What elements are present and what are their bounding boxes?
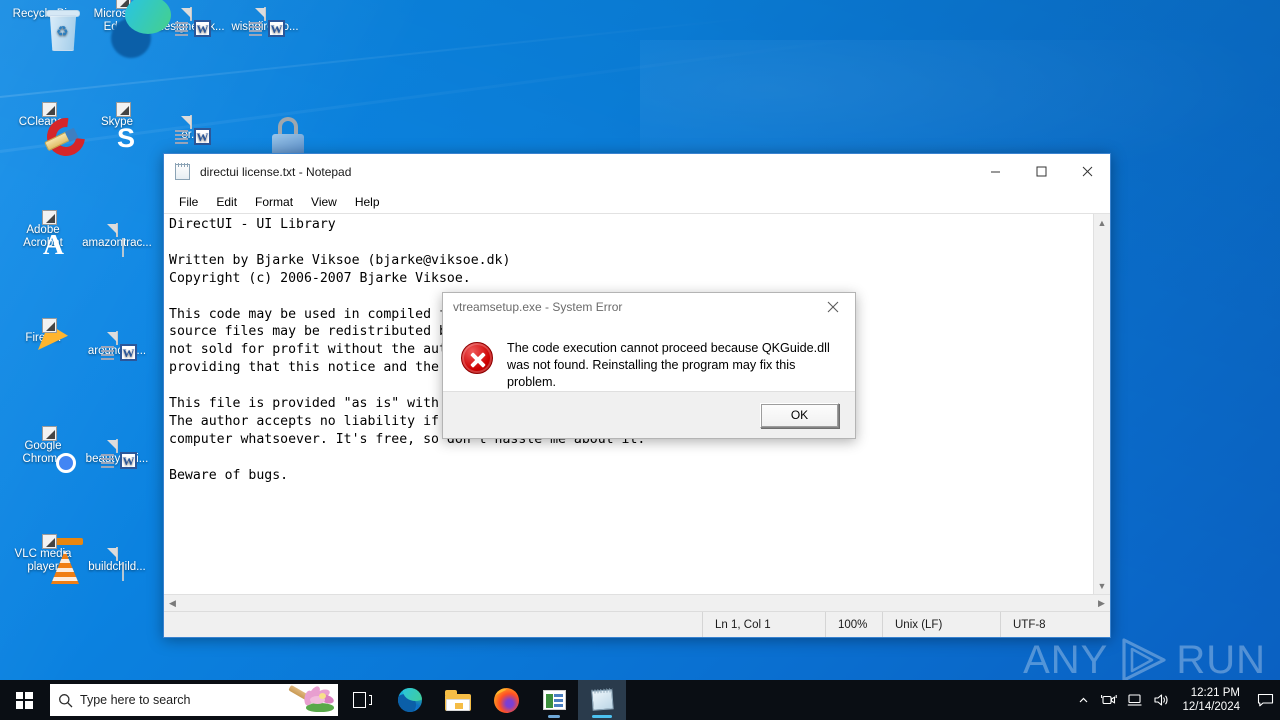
search-icon	[50, 693, 80, 708]
clock-time: 12:21 PM	[1190, 687, 1240, 699]
search-input[interactable]: Type here to search	[50, 684, 338, 716]
desktop-icon-label: wishdirecto...	[231, 21, 299, 33]
microsoft-edge-icon	[398, 688, 422, 712]
task-view-button[interactable]	[338, 680, 386, 720]
desktop-icon-amazontrac[interactable]: amazontrac...	[80, 223, 154, 257]
app-window-icon	[542, 690, 566, 710]
watermark-text-any: ANY	[1023, 637, 1109, 682]
shortcut-arrow-icon	[42, 210, 57, 225]
notepad-title-bar[interactable]: directui license.txt - Notepad	[164, 154, 1110, 190]
taskbar-notepad[interactable]	[578, 680, 626, 720]
desktop-icon-er[interactable]: Wer...	[154, 115, 228, 145]
lotus-flower-icon	[288, 684, 335, 713]
desktop-icon-recycle-bin[interactable]: ♻ Recycle Bin	[6, 8, 80, 51]
error-icon	[461, 342, 493, 374]
desktop-icon-label: buildchild...	[88, 561, 146, 573]
taskbar-file-explorer[interactable]	[434, 680, 482, 720]
desktop-icon-beautyvari[interactable]: Wbeautyvari...	[80, 439, 154, 469]
taskbar-firefox[interactable]	[482, 680, 530, 720]
word-document-icon: W	[101, 331, 137, 361]
status-encoding: UTF-8	[1000, 612, 1110, 637]
task-view-icon	[352, 692, 372, 708]
word-document-icon: W	[175, 7, 211, 37]
file-explorer-icon	[445, 689, 471, 711]
desktop-icon-adobe-acrobat[interactable]: A Adobe Acrobat	[6, 210, 80, 261]
firefox-icon	[493, 687, 519, 713]
status-zoom-level: 100%	[825, 612, 882, 637]
notepad-status-bar: Ln 1, Col 1 100% Unix (LF) UTF-8	[164, 611, 1110, 637]
error-dialog-close-button[interactable]	[811, 293, 855, 321]
error-message-text: The code execution cannot proceed becaus…	[507, 341, 830, 389]
menu-file[interactable]: File	[171, 192, 206, 212]
taskbar-edge[interactable]	[386, 680, 434, 720]
action-center-button[interactable]	[1250, 680, 1280, 720]
shortcut-arrow-icon	[116, 102, 131, 117]
shortcut-arrow-icon	[42, 534, 57, 549]
desktop-icon-label: er...	[181, 129, 201, 141]
error-dialog-footer: OK	[443, 391, 855, 438]
notepad-menu-bar: File Edit Format View Help	[164, 190, 1110, 214]
scroll-up-icon[interactable]: ▲	[1094, 214, 1110, 231]
picture-file-icon	[116, 547, 124, 581]
scroll-right-icon[interactable]: ▶	[1093, 598, 1110, 609]
word-document-icon: W	[101, 439, 137, 469]
picture-file-icon	[116, 223, 124, 257]
desktop-icon-google-chrome[interactable]: Google Chrome	[6, 426, 80, 466]
menu-help[interactable]: Help	[347, 192, 388, 212]
taskbar: Type here to search 12:21 PM 12/14/2024	[0, 680, 1280, 720]
scroll-left-icon[interactable]: ◀	[164, 598, 181, 609]
menu-format[interactable]: Format	[247, 192, 301, 212]
desktop-icon-vlc-media-player[interactable]: VLC media player	[6, 534, 83, 584]
notepad-vertical-scrollbar[interactable]: ▲ ▼	[1093, 214, 1110, 594]
desktop-icon-microsoft-edge[interactable]: Microsoft Edge	[80, 0, 154, 34]
lily-pad-icon	[306, 703, 334, 712]
shortcut-arrow-icon	[42, 318, 57, 333]
notepad-icon	[174, 162, 192, 181]
desktop-icon-aroundau[interactable]: Waroundau...	[80, 331, 154, 361]
notepad-icon	[590, 688, 614, 712]
status-cursor-position: Ln 1, Col 1	[702, 612, 825, 637]
menu-edit[interactable]: Edit	[208, 192, 245, 212]
desktop-icon-label: amazontrac...	[82, 237, 152, 249]
anyrun-play-logo-icon	[1114, 636, 1170, 684]
anyrun-watermark: ANY RUN	[1023, 636, 1266, 684]
ok-button[interactable]: OK	[760, 402, 839, 428]
volume-icon[interactable]	[1148, 680, 1174, 720]
watermark-text-run: RUN	[1176, 637, 1266, 682]
desktop-icon-ccleaner[interactable]: CCleaner	[6, 102, 93, 164]
desktop-icon-label: beautyvari...	[85, 453, 149, 465]
minimize-button[interactable]	[972, 154, 1018, 190]
menu-view[interactable]: View	[303, 192, 345, 212]
notepad-horizontal-scrollbar[interactable]: ◀ ▶	[164, 594, 1110, 611]
desktop-icon-label: aroundau...	[87, 345, 147, 357]
bing-daily-image	[256, 684, 338, 716]
desktop-icon-wishdirecto[interactable]: Wwishdirecto...	[228, 7, 302, 37]
error-dialog-content: The code execution cannot proceed becaus…	[443, 321, 855, 391]
system-tray: 12:21 PM 12/14/2024	[1070, 680, 1280, 720]
show-hidden-icons-chevron[interactable]	[1070, 680, 1096, 720]
system-error-dialog[interactable]: vtreamsetup.exe - System Error The code …	[442, 292, 856, 439]
desktop-icon-buildchild[interactable]: buildchild...	[80, 547, 154, 581]
notepad-title-text: directui license.txt - Notepad	[200, 164, 352, 179]
desktop-icon-firefox[interactable]: Firefox	[6, 318, 80, 345]
error-dialog-title-bar[interactable]: vtreamsetup.exe - System Error	[443, 293, 855, 321]
shortcut-arrow-icon	[42, 426, 57, 441]
start-button[interactable]	[0, 680, 48, 720]
status-line-ending: Unix (LF)	[882, 612, 1000, 637]
maximize-button[interactable]	[1018, 154, 1064, 190]
scroll-down-icon[interactable]: ▼	[1094, 577, 1110, 594]
network-icon[interactable]	[1122, 680, 1148, 720]
vscroll-track[interactable]	[1094, 231, 1110, 577]
error-dialog-title-text: vtreamsetup.exe - System Error	[453, 300, 623, 314]
shortcut-arrow-icon	[42, 102, 57, 117]
clock[interactable]: 12:21 PM 12/14/2024	[1174, 680, 1250, 720]
windows-logo-icon	[15, 691, 33, 709]
taskbar-app-window[interactable]	[530, 680, 578, 720]
camera-icon[interactable]	[1096, 680, 1122, 720]
close-button[interactable]	[1064, 154, 1110, 190]
clock-date: 12/14/2024	[1182, 701, 1240, 713]
word-document-icon: W	[175, 115, 211, 145]
word-document-icon: W	[249, 7, 285, 37]
desktop-icon-skype[interactable]: S Skype	[80, 102, 154, 153]
